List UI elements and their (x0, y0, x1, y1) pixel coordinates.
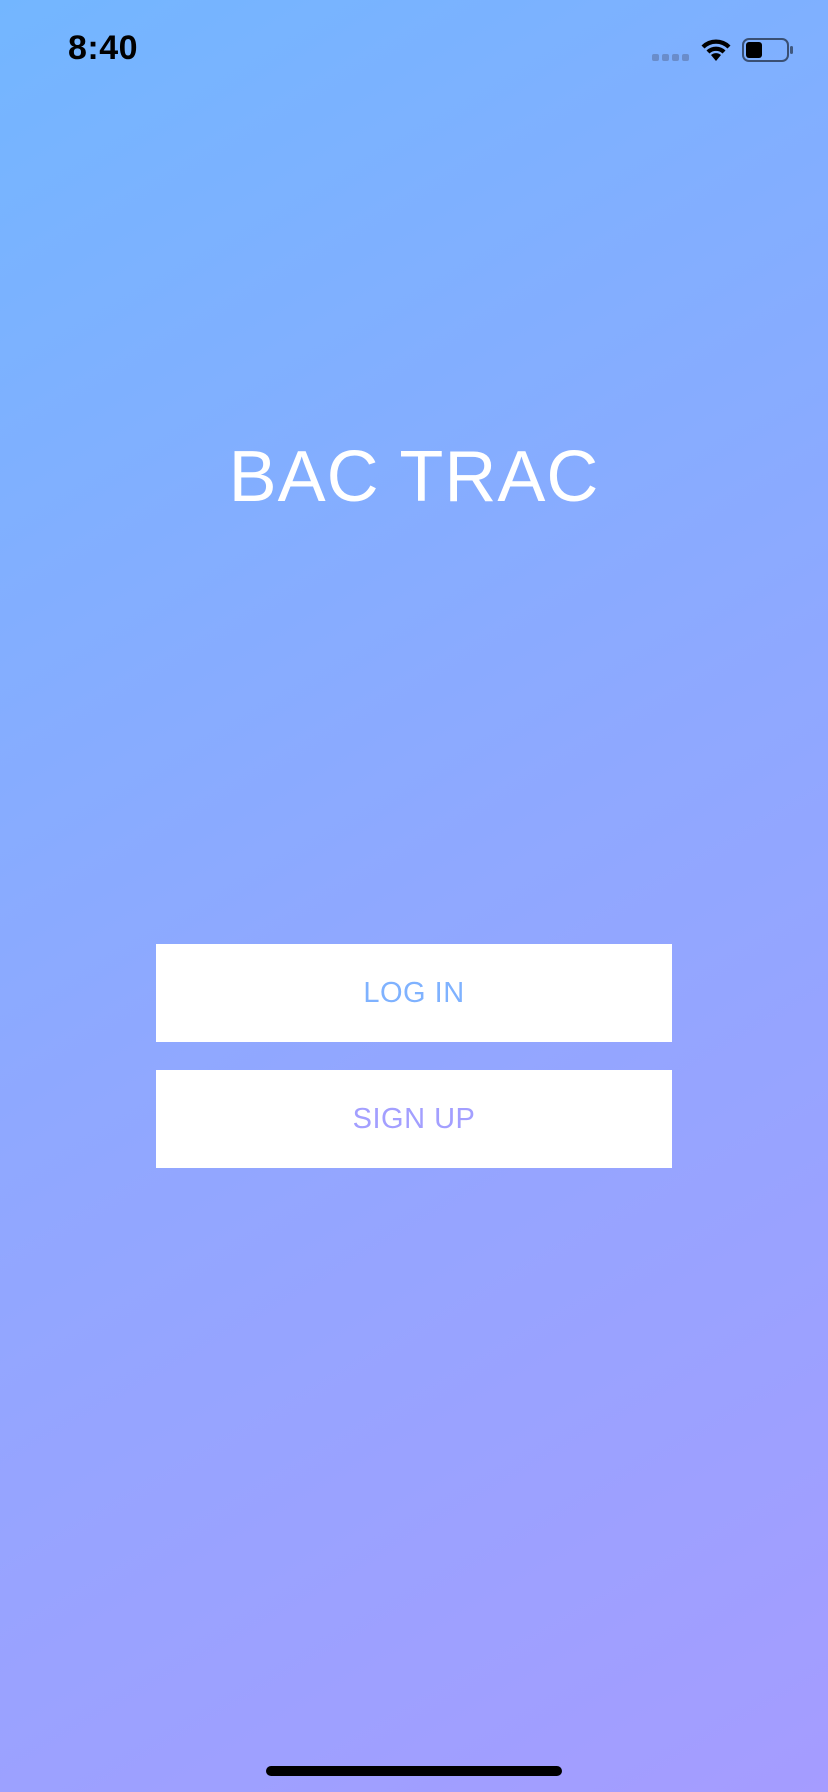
battery-icon (742, 38, 793, 62)
wifi-icon (701, 39, 731, 61)
status-time: 8:40 (68, 29, 139, 67)
signup-button[interactable]: SIGN UP (156, 1070, 672, 1168)
status-bar: 8:40 (0, 0, 828, 100)
signal-icon (652, 54, 689, 61)
home-indicator[interactable] (266, 1766, 562, 1776)
login-button[interactable]: LOG IN (156, 944, 672, 1042)
app-title: BAC TRAC (228, 437, 600, 517)
